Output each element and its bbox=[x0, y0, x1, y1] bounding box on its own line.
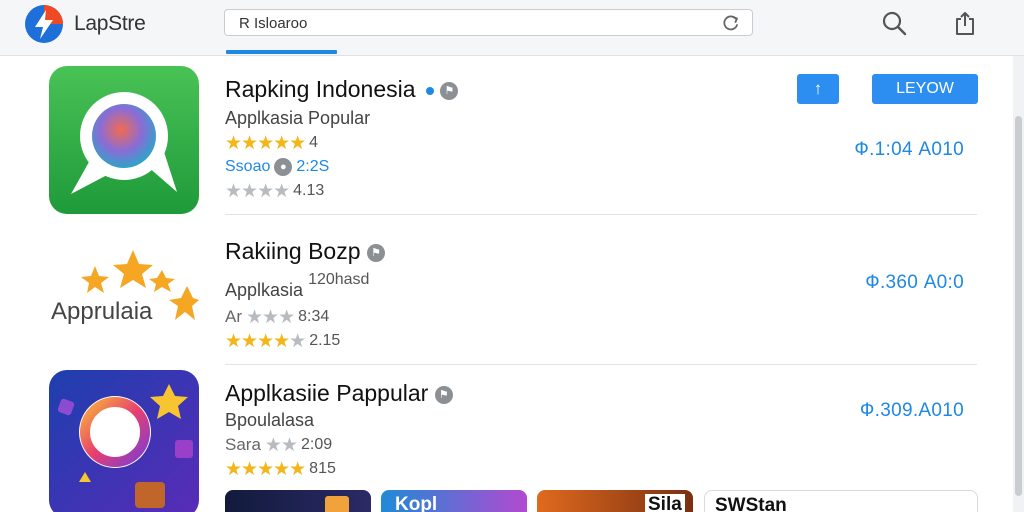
meta-prefix: Ssoao bbox=[225, 158, 271, 175]
share-icon bbox=[956, 12, 974, 35]
app-price: Ф.1:04 A010 bbox=[854, 139, 964, 160]
share-button[interactable] bbox=[950, 8, 980, 38]
rating-stars-icon: ★★★★★ bbox=[225, 132, 306, 154]
app-title[interactable]: Applkasiie Pappular ⚑ bbox=[225, 380, 453, 407]
secondary-value: 4.13 bbox=[293, 182, 325, 199]
app-store-page: LapStre R Isloaroo Rapking Indonesia ⚑ A… bbox=[0, 0, 1024, 512]
app-subtitle: Bpoulalasa bbox=[225, 410, 315, 430]
meta-row: Ssoao ● 2:2S bbox=[225, 156, 329, 178]
info-badge-icon[interactable]: ⚑ bbox=[366, 243, 385, 262]
subtitle-text: Applkasia bbox=[225, 280, 304, 300]
screenshot-thumbnail[interactable]: Kopl bbox=[381, 490, 527, 512]
app-title-text: Rakiing Bozp bbox=[225, 238, 361, 264]
rating-value: 4 bbox=[309, 134, 319, 151]
search-button[interactable] bbox=[879, 8, 909, 38]
thumb-label: Sila bbox=[645, 494, 685, 512]
search-bar[interactable] bbox=[224, 9, 753, 36]
active-tab-indicator bbox=[226, 50, 337, 54]
search-input[interactable] bbox=[239, 13, 709, 33]
primary-action-button[interactable]: LEYOW bbox=[872, 74, 978, 104]
thumb-label: Kopl bbox=[395, 494, 438, 512]
new-dot-icon bbox=[425, 86, 434, 95]
chat-bubble-icon bbox=[49, 66, 199, 214]
meta-row: Sara ★★ 2:09 bbox=[225, 434, 332, 456]
meta-value: 2:09 bbox=[301, 436, 333, 453]
rating-stars-icon: ★★★★★ bbox=[225, 458, 306, 480]
top-bar: LapStre bbox=[0, 0, 1024, 56]
info-badge-icon[interactable]: ⚑ bbox=[434, 385, 453, 404]
app-price: Ф.360 A0:0 bbox=[865, 272, 964, 293]
app-icon-camera[interactable] bbox=[49, 370, 199, 512]
app-price: Ф.309.A010 bbox=[859, 400, 964, 421]
brand-name: LapStre bbox=[74, 12, 146, 35]
row-divider bbox=[225, 364, 977, 365]
screenshot-thumbnail[interactable]: Sila bbox=[537, 490, 693, 512]
lightning-logo-icon[interactable] bbox=[24, 4, 64, 44]
meta-value: 8:34 bbox=[298, 308, 330, 325]
grey-stars-icon: ★★★★ bbox=[225, 180, 290, 202]
app-subtitle: Applkasia 120hasd bbox=[225, 271, 369, 301]
rating-row: ★★★★★ 2.15 bbox=[225, 330, 340, 352]
clock-icon: ● bbox=[274, 158, 293, 176]
app-title-text: Rapking Indonesia bbox=[225, 76, 416, 102]
search-icon bbox=[882, 11, 907, 36]
meta-row: Ar ★★★ 8:34 bbox=[225, 306, 329, 328]
info-badge-icon[interactable]: ⚑ bbox=[440, 81, 459, 100]
app-subtitle: Applkasia Popular bbox=[225, 108, 371, 128]
secondary-rating-row: ★★★★ 4.13 bbox=[225, 180, 324, 202]
rating-stars-icon: ★★★★★ bbox=[225, 330, 306, 352]
scrollbar[interactable] bbox=[1013, 56, 1024, 512]
thumb-label: SWStan bbox=[715, 495, 787, 512]
app-icon-stars[interactable]: Apprulaia bbox=[49, 226, 199, 374]
stars-logo-icon bbox=[81, 250, 199, 320]
app-title[interactable]: Rakiing Bozp ⚑ bbox=[225, 238, 385, 265]
grey-stars-icon: ★★ bbox=[264, 434, 298, 456]
rating-row: ★★★★★ 4 bbox=[225, 132, 318, 154]
meta-prefix: Ar bbox=[225, 307, 242, 326]
screenshot-thumbnail[interactable]: SWStan bbox=[704, 490, 978, 512]
subtitle-extra: 120hasd bbox=[308, 271, 370, 288]
square-action-button[interactable]: ↑ bbox=[797, 74, 839, 104]
icon-label: Apprulaia bbox=[51, 298, 153, 325]
screenshot-thumbnail[interactable] bbox=[225, 490, 371, 512]
secondary-value: 815 bbox=[309, 460, 336, 477]
rating-row: ★★★★★ 815 bbox=[225, 458, 336, 480]
meta-value: 2:2S bbox=[296, 158, 330, 175]
app-title-text: Applkasiie Pappular bbox=[225, 380, 429, 406]
grey-stars-icon: ★★★ bbox=[246, 306, 295, 328]
meta-prefix: Sara bbox=[225, 435, 261, 454]
secondary-value: 2.15 bbox=[309, 332, 341, 349]
row-divider bbox=[225, 214, 977, 215]
camera-ring-icon bbox=[49, 370, 199, 512]
app-title[interactable]: Rapking Indonesia ⚑ bbox=[225, 76, 459, 103]
reload-icon[interactable] bbox=[722, 14, 740, 32]
scrollbar-thumb[interactable] bbox=[1015, 116, 1022, 496]
thumb-figure bbox=[325, 496, 349, 512]
app-icon-chat[interactable] bbox=[49, 66, 199, 214]
